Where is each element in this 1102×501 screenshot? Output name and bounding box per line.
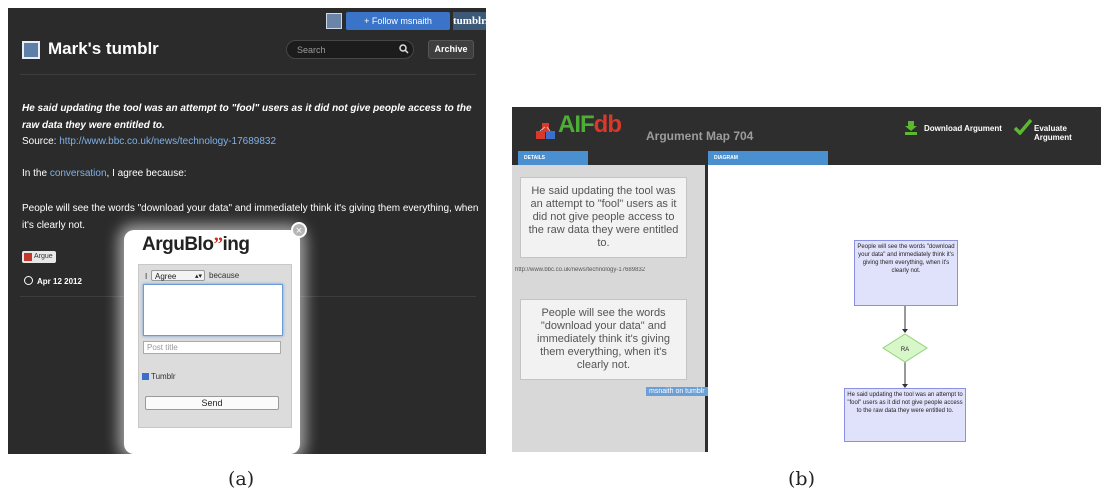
ra-node[interactable]: RA bbox=[882, 333, 928, 363]
argue-tag[interactable]: Argue bbox=[22, 251, 56, 263]
tumblr-logo[interactable]: tumblr. bbox=[453, 12, 486, 30]
clock-icon bbox=[24, 276, 33, 285]
details-conclusion-card[interactable]: People will see the words "download your… bbox=[520, 299, 687, 380]
tab-details[interactable]: DETAILS bbox=[518, 151, 588, 165]
tab-diagram[interactable]: DIAGRAM bbox=[708, 151, 828, 165]
check-icon[interactable] bbox=[1014, 119, 1032, 135]
map-title: Argument Map 704 bbox=[646, 129, 754, 143]
post-source: Source: http://www.bbc.co.uk/news/techno… bbox=[22, 136, 276, 147]
post-body: People will see the words "download your… bbox=[22, 203, 479, 231]
post-title-input[interactable]: Post title bbox=[143, 341, 281, 354]
post-quote: He said updating the tool was an attempt… bbox=[22, 103, 472, 131]
search-icon[interactable] bbox=[398, 43, 410, 55]
logo-text-suffix: ing bbox=[222, 234, 250, 255]
logo-text-prefix: ArguBlo bbox=[142, 234, 214, 255]
aifdb-screenshot: AIFdb Argument Map 704 Download Argument… bbox=[512, 107, 1101, 452]
logo-db: db bbox=[593, 111, 622, 138]
argue-tag-label: Argue bbox=[34, 253, 53, 260]
follow-button[interactable]: + Follow msnaith bbox=[346, 12, 450, 30]
tumblr-checkbox-label: Tumblr bbox=[151, 372, 176, 381]
details-source-url[interactable]: http://www.bbc.co.uk/news/technology-176… bbox=[515, 267, 711, 273]
conversation-link[interactable]: conversation bbox=[50, 168, 107, 179]
argument-textarea[interactable] bbox=[143, 284, 283, 336]
blog-title[interactable]: Mark's tumblr bbox=[48, 39, 159, 59]
header-divider bbox=[20, 74, 476, 75]
close-icon[interactable]: × bbox=[291, 222, 307, 238]
evaluate-argument-button[interactable]: Evaluate Argument bbox=[1034, 124, 1101, 142]
tumblr-checkbox[interactable]: Tumblr bbox=[142, 372, 176, 381]
send-button[interactable]: Send bbox=[145, 396, 279, 410]
argublogging-logo: ArguBlo”ing bbox=[142, 234, 250, 256]
ra-label: RA bbox=[901, 347, 909, 353]
caption-a: (a) bbox=[228, 468, 255, 490]
post-date[interactable]: Apr 12 2012 bbox=[24, 276, 82, 286]
node-premise[interactable]: People will see the words "download your… bbox=[854, 240, 958, 306]
tumblr-blog-screenshot: + Follow msnaith tumblr. Mark's tumblr S… bbox=[8, 8, 486, 454]
source-link[interactable]: http://www.bbc.co.uk/news/technology-176… bbox=[59, 136, 276, 147]
blog-avatar bbox=[22, 41, 40, 59]
caption-b: (b) bbox=[788, 468, 815, 490]
user-avatar[interactable] bbox=[326, 13, 342, 29]
select-arrows-icon: ▴▾ bbox=[194, 273, 202, 280]
source-label: Source: bbox=[22, 136, 57, 147]
details-premise-card[interactable]: He said updating the tool was an attempt… bbox=[520, 177, 687, 258]
node-conclusion[interactable]: He said updating the tool was an attempt… bbox=[844, 388, 966, 442]
post-date-text: Apr 12 2012 bbox=[37, 277, 82, 286]
stance-value: Agree bbox=[155, 272, 177, 281]
download-icon[interactable] bbox=[904, 121, 918, 135]
context-after: , I agree because: bbox=[106, 168, 187, 179]
aifdb-logo-text: AIFdb bbox=[558, 111, 622, 139]
tumblr-top-bar: + Follow msnaith tumblr. bbox=[8, 8, 486, 34]
archive-button[interactable]: Archive bbox=[428, 40, 474, 59]
download-argument-button[interactable]: Download Argument bbox=[924, 124, 1002, 133]
checkbox-checked-icon bbox=[142, 373, 149, 380]
post-context: In the conversation, I agree because: bbox=[22, 168, 187, 179]
i-label: I bbox=[145, 272, 148, 281]
context-before: In the bbox=[22, 168, 48, 179]
logo-main: AIF bbox=[558, 111, 595, 138]
search-input[interactable]: Search bbox=[286, 40, 414, 59]
stance-select[interactable]: Agree ▴▾ bbox=[151, 270, 205, 281]
because-label: because bbox=[209, 271, 240, 280]
argue-icon bbox=[24, 253, 32, 261]
details-author[interactable]: msnaith on tumblr bbox=[646, 387, 708, 396]
